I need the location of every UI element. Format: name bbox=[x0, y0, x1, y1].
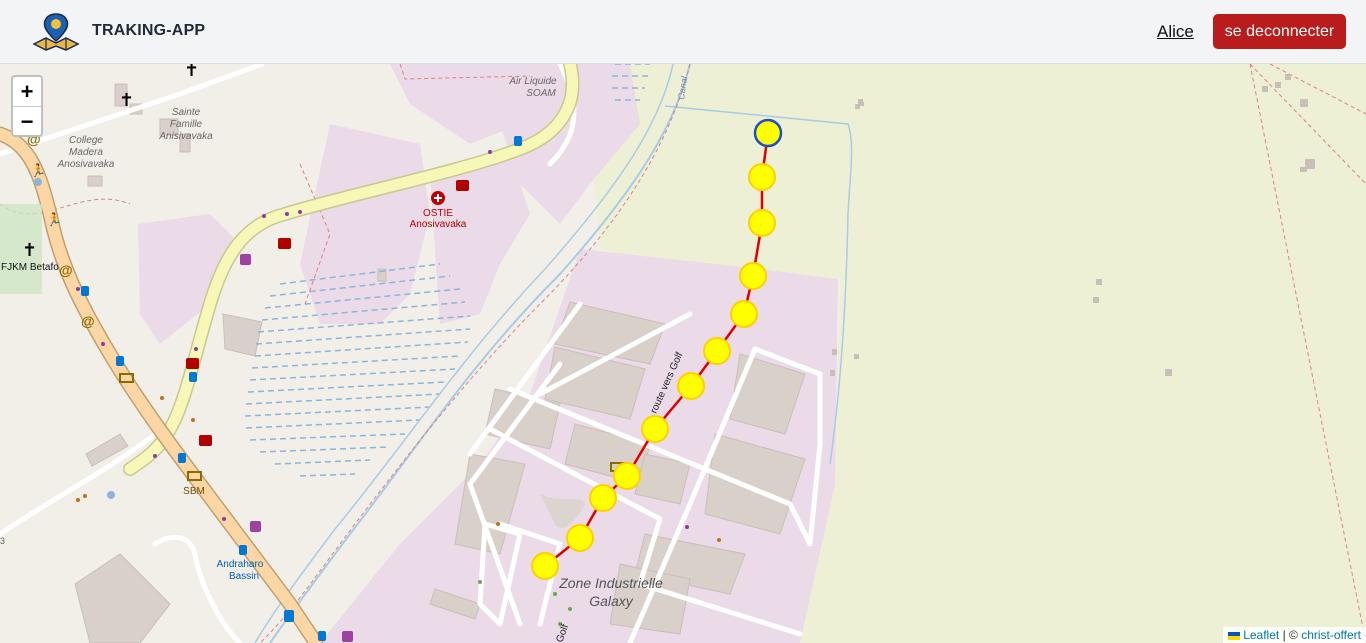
app-logo-icon bbox=[32, 13, 80, 51]
track-point[interactable] bbox=[748, 163, 776, 191]
track-point[interactable] bbox=[613, 462, 641, 490]
track-point[interactable] bbox=[703, 337, 731, 365]
anisivavaka-label: Anisivavaka bbox=[158, 131, 213, 142]
college-label: College bbox=[69, 135, 103, 146]
svg-text:@: @ bbox=[81, 313, 95, 329]
svg-text:🏃: 🏃 bbox=[46, 212, 62, 227]
track-point[interactable] bbox=[730, 300, 758, 328]
navbar: TRAKING-APP Alice se deconnecter bbox=[0, 0, 1366, 64]
sbm-label: SBM bbox=[183, 486, 205, 497]
ukraine-flag-icon bbox=[1228, 631, 1241, 640]
track-point[interactable] bbox=[748, 209, 776, 237]
map-tiles: @ @ @ ✝ ✝ ✝ 🏃 🏃 Air Liquide SOAM Sainte … bbox=[0, 64, 1366, 643]
famille-label: Famille bbox=[170, 119, 203, 130]
zoom-in-button[interactable]: + bbox=[13, 77, 41, 106]
svg-text:✝: ✝ bbox=[22, 240, 37, 260]
map-view[interactable]: @ @ @ ✝ ✝ ✝ 🏃 🏃 Air Liquide SOAM Sainte … bbox=[0, 64, 1366, 643]
leaflet-link[interactable]: Leaflet bbox=[1243, 628, 1279, 642]
ostie-label: OSTIE bbox=[423, 208, 453, 219]
galaxy-label: Galaxy bbox=[589, 593, 634, 609]
attribution-separator: | © bbox=[1282, 628, 1298, 642]
track-point[interactable] bbox=[641, 415, 669, 443]
sainte-label: Sainte bbox=[172, 107, 201, 118]
svg-text:🏃: 🏃 bbox=[30, 163, 46, 178]
fjkm-label: FJKM Betafo bbox=[1, 262, 59, 273]
track-point[interactable] bbox=[677, 372, 705, 400]
track-point[interactable] bbox=[531, 552, 559, 580]
svg-text:✝: ✝ bbox=[184, 64, 199, 80]
madera-label: Madera bbox=[69, 147, 103, 158]
svg-text:✝: ✝ bbox=[119, 90, 134, 110]
anosivavaka-label: Anosivavaka bbox=[57, 159, 115, 170]
track-point[interactable] bbox=[566, 524, 594, 552]
logout-button[interactable]: se deconnecter bbox=[1213, 14, 1346, 49]
track-point[interactable] bbox=[739, 262, 767, 290]
zone-industrielle-label: Zone Industrielle bbox=[558, 575, 663, 591]
track-point[interactable] bbox=[589, 484, 617, 512]
svg-text:@: @ bbox=[59, 262, 73, 278]
user-name-link[interactable]: Alice bbox=[1157, 22, 1194, 42]
bassin-label: Bassin bbox=[229, 571, 259, 582]
zoom-out-button[interactable]: − bbox=[13, 106, 41, 135]
edge-number-label: 3 bbox=[0, 536, 5, 546]
map-attribution: Leaflet | © christ-offert bbox=[1223, 627, 1366, 643]
app-name: TRAKING-APP bbox=[92, 22, 206, 39]
zoom-control: + − bbox=[11, 75, 43, 137]
air-liquide-label: Air Liquide bbox=[508, 76, 557, 87]
current-position-marker[interactable] bbox=[753, 118, 783, 148]
author-link[interactable]: christ-offert bbox=[1301, 628, 1361, 642]
ostie-sub-label: Anosivavaka bbox=[410, 219, 467, 230]
andraharo-label: Andraharo bbox=[217, 559, 264, 570]
soam-label: SOAM bbox=[526, 88, 556, 99]
